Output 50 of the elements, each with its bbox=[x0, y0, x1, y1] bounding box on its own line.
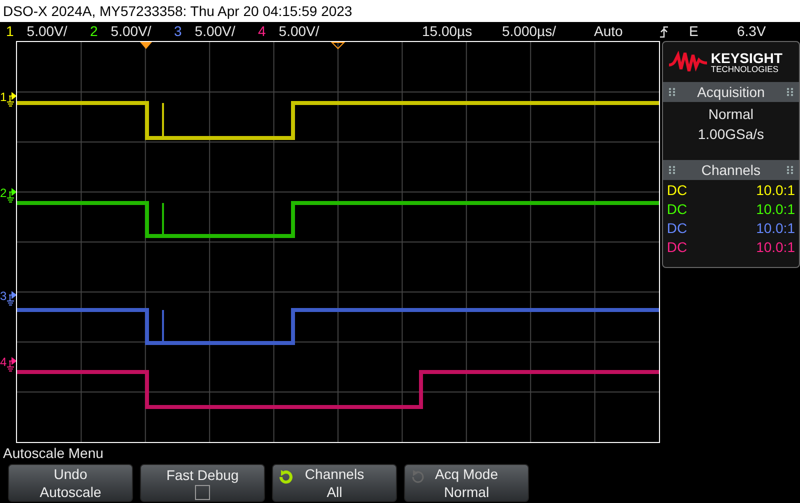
channel-coupling: DC bbox=[666, 219, 688, 238]
ground-reference-icon bbox=[6, 187, 16, 203]
trigger-mode: Auto bbox=[594, 22, 624, 41]
time-reference-marker bbox=[330, 42, 346, 50]
trigger-point-marker bbox=[140, 42, 152, 49]
channel-marker-label: 2 bbox=[0, 187, 7, 199]
grip-icon bbox=[787, 88, 793, 96]
rising-edge-icon bbox=[659, 26, 669, 38]
channel-marker-label: 3 bbox=[0, 290, 7, 302]
channel-number: 4 bbox=[258, 22, 266, 41]
probe-ratio: 10.0:1 bbox=[756, 219, 795, 238]
vertical-scale: 5.00V/ bbox=[26, 22, 68, 41]
channel-number: 3 bbox=[174, 22, 182, 41]
softkey-button[interactable]: Channels All bbox=[272, 464, 397, 502]
grip-icon bbox=[786, 166, 793, 174]
section-title: Channels bbox=[701, 160, 761, 180]
channel-number: 2 bbox=[90, 22, 98, 41]
acquisition-mode: Normal bbox=[708, 105, 754, 124]
channel-number: 1 bbox=[6, 22, 14, 41]
channel-marker-label: 1 bbox=[0, 91, 7, 103]
ground-reference-icon bbox=[6, 290, 16, 306]
horizontal-delay: 15.00µs bbox=[422, 22, 474, 41]
brand-name: KEYSIGHT bbox=[710, 50, 782, 65]
ground-reference-icon bbox=[6, 356, 16, 372]
grip-icon bbox=[668, 88, 675, 96]
checkbox[interactable] bbox=[195, 485, 210, 500]
channel-coupling: DC bbox=[666, 238, 688, 257]
grip-icon bbox=[668, 166, 675, 174]
title-bar: DSO-X 2024A, MY57233358: Thu Apr 20 04:15:59 2023 bbox=[0, 0, 800, 22]
trigger-source: E bbox=[689, 22, 700, 41]
brand-subtitle: TECHNOLOGIES bbox=[710, 64, 780, 74]
channel-coupling: DC bbox=[666, 200, 688, 219]
wave-logo-icon bbox=[668, 51, 707, 73]
trigger-level: 6.3V bbox=[737, 22, 766, 41]
timebase: 5.000µs/ bbox=[502, 22, 557, 41]
vertical-scale: 5.00V/ bbox=[110, 22, 152, 41]
sample-rate: 1.00GSa/s bbox=[698, 125, 764, 144]
vertical-scale: 5.00V/ bbox=[194, 22, 236, 41]
softkey-button[interactable]: Acq Mode Normal bbox=[404, 464, 529, 502]
vertical-scale: 5.00V/ bbox=[278, 22, 320, 41]
probe-ratio: 10.0:1 bbox=[756, 200, 795, 219]
probe-ratio: 10.0:1 bbox=[756, 238, 795, 257]
section-title: Acquisition bbox=[697, 82, 765, 102]
softkey-button[interactable]: Undo Autoscale bbox=[8, 464, 133, 502]
channel-coupling: DC bbox=[666, 181, 688, 200]
softkey-button[interactable]: Fast Debug bbox=[140, 464, 265, 502]
ground-reference-icon bbox=[6, 91, 16, 107]
menu-title: Autoscale Menu bbox=[2, 445, 104, 463]
probe-ratio: 10.0:1 bbox=[756, 181, 795, 200]
channel-marker-label: 4 bbox=[0, 356, 7, 368]
